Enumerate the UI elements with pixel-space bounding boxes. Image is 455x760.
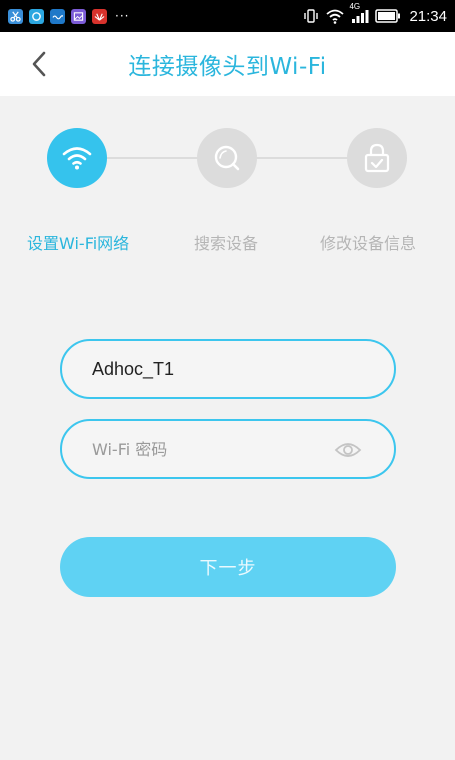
eye-icon[interactable] xyxy=(334,439,362,461)
wifi-ssid-value: Adhoc_T1 xyxy=(92,358,175,379)
cellular-signal-icon: 4G xyxy=(349,2,369,24)
status-bar: ··· 4G 21:34 xyxy=(0,0,455,32)
back-button[interactable] xyxy=(24,48,54,80)
step-1-indicator xyxy=(47,128,107,188)
overflow-indicator: ··· xyxy=(115,9,130,23)
notification-icons: ··· xyxy=(8,8,130,24)
chevron-left-icon xyxy=(32,51,46,77)
screen: ··· 4G 21:34 连接摄像头到Wi-Fi 设置Wi-Fi网络 搜索设备 … xyxy=(0,0,455,760)
network-type-label: 4G xyxy=(349,2,361,11)
gallery-app-icon xyxy=(71,8,86,24)
step-1-label: 设置Wi-Fi网络 xyxy=(27,234,130,253)
wave-app-icon xyxy=(50,8,65,24)
circle-app-icon xyxy=(29,8,44,24)
step-3-indicator xyxy=(347,128,407,188)
battery-icon xyxy=(375,9,401,23)
wifi-status-icon xyxy=(326,9,345,24)
wifi-icon xyxy=(62,147,92,170)
step-2-label: 搜索设备 xyxy=(194,234,259,253)
scissors-app-icon xyxy=(8,8,23,24)
system-icons: 4G 21:34 xyxy=(303,2,447,25)
huawei-app-icon xyxy=(92,8,107,24)
app-header: 连接摄像头到Wi-Fi xyxy=(0,32,455,96)
next-step-button[interactable]: 下一步 xyxy=(60,537,396,597)
step-2-indicator xyxy=(197,128,257,188)
wifi-ssid-field[interactable]: Adhoc_T1 xyxy=(60,339,396,399)
wifi-password-input[interactable] xyxy=(92,439,322,459)
page-title: 连接摄像头到Wi-Fi xyxy=(128,54,327,80)
step-connector xyxy=(107,157,197,159)
step-3-label: 修改设备信息 xyxy=(320,234,417,253)
vibrate-icon xyxy=(304,9,319,23)
wifi-password-field[interactable] xyxy=(60,419,396,479)
clock: 21:34 xyxy=(409,7,447,25)
lock-check-icon xyxy=(364,143,390,173)
search-icon xyxy=(214,145,240,171)
step-connector xyxy=(257,157,347,159)
